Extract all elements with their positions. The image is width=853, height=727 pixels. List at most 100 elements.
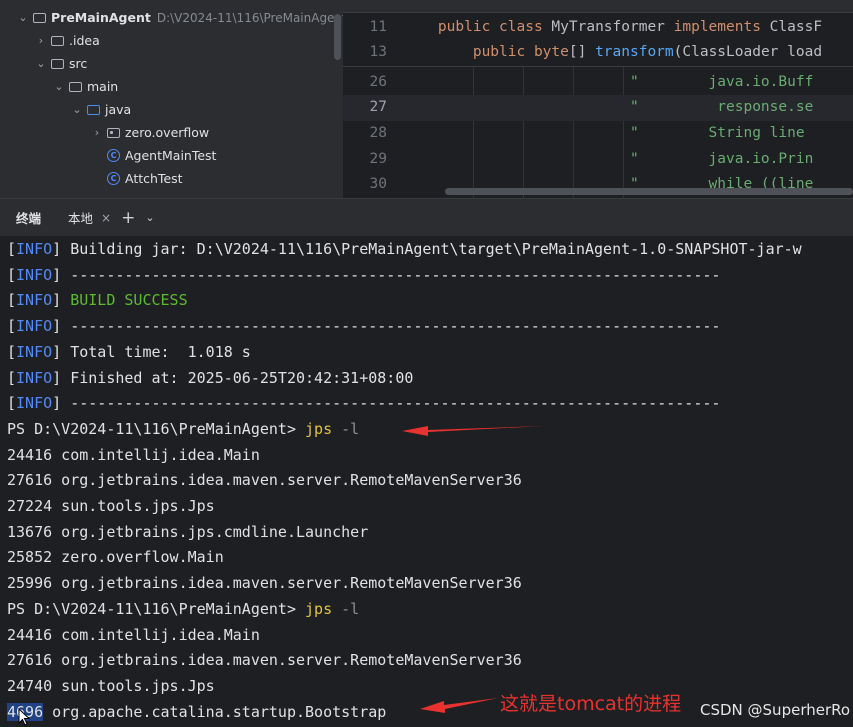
chevron-down-icon[interactable]: ⌄ xyxy=(70,103,84,116)
terminal-text: INFO xyxy=(16,394,53,413)
editor-horizontal-scrollbar[interactable] xyxy=(445,188,853,195)
tree-item[interactable]: ⌄ src xyxy=(0,52,343,75)
terminal-title: 终端 xyxy=(16,211,42,226)
tree-item[interactable]: ⌄ main xyxy=(0,75,343,98)
terminal-text: ] --------------------------------------… xyxy=(52,265,721,284)
terminal-text: INFO xyxy=(16,317,53,336)
code-text: " java.io.Prin xyxy=(403,147,813,173)
folder-icon xyxy=(69,81,82,92)
code-line[interactable]: 27 " response.se xyxy=(343,95,853,121)
code-line[interactable]: 26 " java.io.Buff xyxy=(343,70,853,96)
terminal-text: ] Total time: 1.018 s xyxy=(52,342,251,361)
terminal-text: [ xyxy=(7,240,17,258)
terminal-text: [ xyxy=(7,368,17,387)
terminal-text: -l xyxy=(332,419,360,438)
line-number: 26 xyxy=(369,74,387,90)
tree-item-label: src xyxy=(69,56,88,71)
chevron-down-icon[interactable]: ⌄ xyxy=(52,80,66,93)
add-tab-icon[interactable]: + xyxy=(121,208,135,228)
terminal-text: 27616 org.jetbrains.idea.maven.server.Re… xyxy=(7,471,522,490)
chevron-right-icon[interactable]: › xyxy=(90,126,104,139)
terminal-output[interactable]: [INFO] Building jar: D:\V2024-11\116\Pre… xyxy=(0,236,853,727)
terminal-line: 27616 org.jetbrains.idea.maven.server.Re… xyxy=(7,468,853,492)
chevron-down-icon[interactable]: ⌄ xyxy=(34,57,48,70)
terminal-line: 25852 zero.overflow.Main xyxy=(7,545,853,569)
tree-item[interactable]: C AgentMainTest xyxy=(0,144,343,167)
line-number: 11 xyxy=(369,19,387,35)
terminal-text: BUILD SUCCESS xyxy=(70,291,188,310)
editor-tab-bar xyxy=(343,0,853,13)
tree-item[interactable]: › zero.overflow xyxy=(0,121,343,144)
module-folder-icon xyxy=(33,12,46,23)
terminal-line: 24416 com.intellij.idea.Main xyxy=(7,623,853,647)
terminal-text: PS D:\V2024-11\116\PreMainAgent> xyxy=(7,599,306,618)
terminal-text: 25996 org.jetbrains.idea.maven.server.Re… xyxy=(7,574,522,593)
terminal-line: [INFO] ---------------------------------… xyxy=(7,314,853,338)
terminal-line: [INFO] Finished at: 2025-06-25T20:42:31+… xyxy=(7,366,853,390)
java-class-icon: C xyxy=(107,149,120,162)
code-line[interactable]: 29 " java.io.Prin xyxy=(343,147,853,173)
terminal-text: [ xyxy=(7,265,17,284)
code-text: public class MyTransformer implements Cl… xyxy=(403,15,822,41)
code-token: " response.se xyxy=(629,99,814,115)
tree-item[interactable]: ⌄ java xyxy=(0,98,343,121)
project-tree-panel: ⌄ PreMainAgent D:\V2024-11\116\PreMainAgen… xyxy=(0,0,343,198)
terminal-text: INFO xyxy=(16,368,53,387)
code-text: " response.se xyxy=(403,95,813,121)
chevron-down-icon[interactable]: ⌄ xyxy=(16,11,30,24)
tab-local[interactable]: 本地 × xyxy=(68,208,111,227)
terminal-text: ] --------------------------------------… xyxy=(52,317,721,336)
code-text: " java.io.Buff xyxy=(403,70,813,96)
chevron-down-icon[interactable]: ⌄ xyxy=(145,211,154,224)
java-class-icon: C xyxy=(107,172,120,185)
code-token: public class xyxy=(437,19,552,35)
tree-item[interactable]: › .idea xyxy=(0,29,343,52)
terminal-text: jps xyxy=(305,419,333,438)
terminal-text: 24416 com.intellij.idea.Main xyxy=(7,625,260,644)
code-line[interactable]: 13 public byte[] transform(ClassLoader l… xyxy=(343,40,853,66)
terminal-text: [ xyxy=(7,342,17,361)
terminal-text: PS D:\V2024-11\116\PreMainAgent> xyxy=(7,419,306,438)
terminal-text: ] Finished at: 2025-06-25T20:42:31+08:00 xyxy=(52,368,414,387)
code-token: " String line xyxy=(629,125,805,141)
terminal-line: [INFO] Building jar: D:\V2024-11\116\Pre… xyxy=(7,237,853,261)
tree-scrollbar[interactable] xyxy=(334,14,341,60)
tree-item-label: main xyxy=(87,79,119,94)
line-number: 28 xyxy=(369,125,387,141)
red-arrow-icon xyxy=(420,698,498,713)
code-editor[interactable]: 11 public class MyTransformer implements… xyxy=(343,0,853,198)
code-line[interactable]: 11 public class MyTransformer implements… xyxy=(343,15,853,41)
terminal-text: 24740 sun.tools.jps.Jps xyxy=(7,676,215,695)
tree-item-label: .idea xyxy=(69,33,100,48)
chevron-right-icon[interactable]: › xyxy=(34,34,48,47)
tree-item-label: zero.overflow xyxy=(125,125,210,140)
terminal-text: 13676 org.jetbrains.jps.cmdline.Launcher xyxy=(7,522,369,541)
terminal-line: 25996 org.jetbrains.idea.maven.server.Re… xyxy=(7,571,853,595)
close-icon[interactable]: × xyxy=(101,211,111,225)
line-number: 30 xyxy=(369,176,387,192)
terminal-line: 27224 sun.tools.jps.Jps xyxy=(7,494,853,518)
terminal-text: 27224 sun.tools.jps.Jps xyxy=(7,497,215,515)
tree-item[interactable]: ⌄ PreMainAgent D:\V2024-11\116\PreMainAgen… xyxy=(0,6,343,29)
terminal-tool-window-header: 终端 本地 × + ⌄ xyxy=(0,198,853,236)
terminal-line: [INFO] BUILD SUCCESS xyxy=(7,288,853,312)
terminal-line: 24416 com.intellij.idea.Main xyxy=(7,443,853,467)
red-arrow-icon xyxy=(402,426,544,436)
tree-item-label: AgentMainTest xyxy=(125,148,217,163)
terminal-line: [INFO] ---------------------------------… xyxy=(7,263,853,287)
tree-item[interactable]: C AttchTest xyxy=(0,167,343,190)
code-token: [] xyxy=(568,44,596,60)
terminal-text: INFO xyxy=(16,265,53,284)
terminal-line: [INFO] ---------------------------------… xyxy=(7,391,853,415)
terminal-text: ] --------------------------------------… xyxy=(52,394,721,413)
code-line[interactable]: 28 " String line xyxy=(343,121,853,147)
tab-local-label: 本地 xyxy=(68,211,94,226)
code-text: " String line xyxy=(403,121,805,147)
terminal-text: INFO xyxy=(16,240,53,258)
terminal-text: [ xyxy=(7,291,17,310)
terminal-line: [INFO] Total time: 1.018 s xyxy=(7,340,853,364)
